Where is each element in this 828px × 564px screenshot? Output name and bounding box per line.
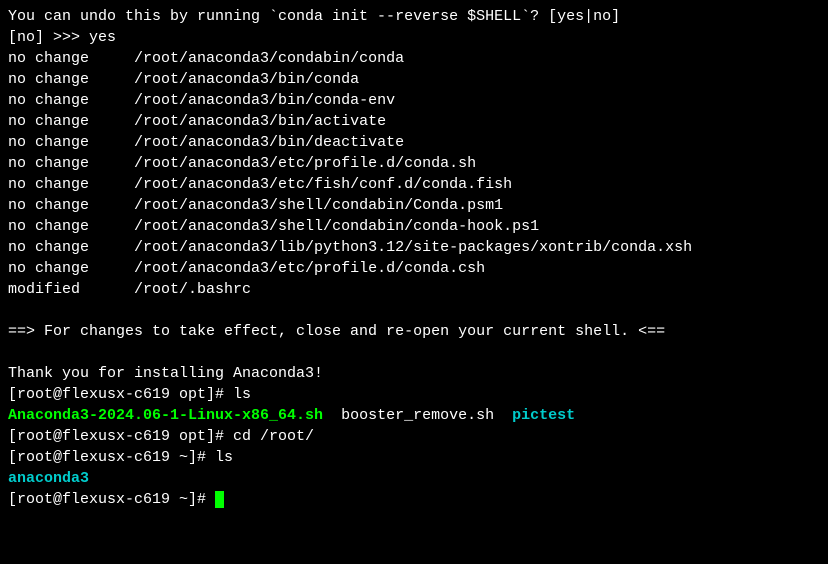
conda-undo-question: You can undo this by running `conda init… [8, 6, 820, 27]
change-line: no change /root/anaconda3/lib/python3.12… [8, 237, 820, 258]
change-line: no change /root/anaconda3/etc/fish/conf.… [8, 174, 820, 195]
executable-file: Anaconda3-2024.06-1-Linux-x86_64.sh [8, 407, 323, 424]
change-line: no change /root/anaconda3/shell/condabin… [8, 195, 820, 216]
effect-message: ==> For changes to take effect, close an… [8, 321, 820, 342]
cursor-icon [215, 491, 224, 508]
directory-entry: pictest [512, 407, 575, 424]
change-line: no change /root/anaconda3/condabin/conda [8, 48, 820, 69]
directory-entry: anaconda3 [8, 470, 89, 487]
ls-output-root: anaconda3 [8, 468, 820, 489]
change-line: no change /root/anaconda3/bin/conda [8, 69, 820, 90]
change-line: no change /root/anaconda3/bin/deactivate [8, 132, 820, 153]
prompt-ls-root: [root@flexusx-c619 ~]# ls [8, 447, 820, 468]
regular-file: booster_remove.sh [341, 407, 494, 424]
change-line: no change /root/anaconda3/shell/condabin… [8, 216, 820, 237]
ls-output-opt: Anaconda3-2024.06-1-Linux-x86_64.sh boos… [8, 405, 820, 426]
change-line: modified /root/.bashrc [8, 279, 820, 300]
thanks-message: Thank you for installing Anaconda3! [8, 363, 820, 384]
change-line: no change /root/anaconda3/bin/conda-env [8, 90, 820, 111]
prompt-cd: [root@flexusx-c619 opt]# cd /root/ [8, 426, 820, 447]
change-line: no change /root/anaconda3/etc/profile.d/… [8, 153, 820, 174]
input-response: [no] >>> yes [8, 27, 820, 48]
change-line: no change /root/anaconda3/bin/activate [8, 111, 820, 132]
change-line: no change /root/anaconda3/etc/profile.d/… [8, 258, 820, 279]
active-prompt[interactable]: [root@flexusx-c619 ~]# [8, 489, 820, 510]
prompt-ls-opt: [root@flexusx-c619 opt]# ls [8, 384, 820, 405]
